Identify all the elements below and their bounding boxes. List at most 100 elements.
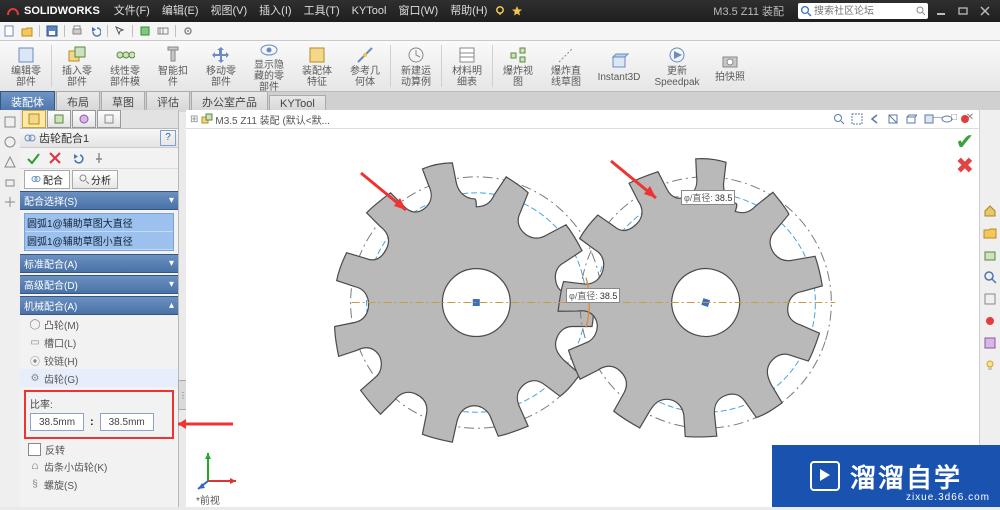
qa-sep (39, 25, 40, 37)
menu-edit[interactable]: 编辑(E) (156, 0, 205, 22)
ratio-input-a[interactable] (30, 413, 84, 431)
rr-appear-icon[interactable] (982, 313, 998, 329)
rr-view-icon[interactable] (982, 291, 998, 307)
opt-gear[interactable]: ⚙齿轮(G) (20, 369, 178, 387)
rib-explode-line[interactable]: 爆炸直 线草图 (542, 41, 590, 91)
rib-bom[interactable]: 材料明 细表 (443, 41, 491, 91)
qa-settings-icon[interactable] (180, 23, 196, 39)
qa-new-icon[interactable] (1, 23, 17, 39)
qa-open-icon[interactable] (19, 23, 35, 39)
rib-instant3d[interactable]: Instant3D (590, 41, 648, 91)
opt-rack[interactable]: ⩍齿条小齿轮(K) (20, 457, 178, 475)
qa-undo-icon[interactable] (87, 23, 103, 39)
rib-move-part[interactable]: 移动零 部件 (197, 41, 245, 91)
selection-item[interactable]: 圆弧1@辅助草图小直径 (25, 232, 173, 250)
selection-list[interactable]: 圆弧1@辅助草图大直径 圆弧1@辅助草图小直径 (24, 213, 174, 251)
tab-evaluate[interactable]: 评估 (146, 91, 190, 112)
rib-speedpak[interactable]: 更新 Speedpak (648, 41, 706, 91)
rr-light-icon[interactable] (982, 357, 998, 373)
ptab-config-icon[interactable] (47, 110, 71, 128)
group-standard[interactable]: 标准配合(A)▾ (20, 254, 178, 273)
section-icon[interactable] (885, 111, 901, 127)
rib-explode[interactable]: 爆炸视 图 (494, 41, 542, 91)
ptab-display-icon[interactable] (72, 110, 96, 128)
reverse-checkbox[interactable]: 反转 (20, 441, 178, 457)
ok-icon[interactable] (24, 149, 42, 167)
group-mechanical[interactable]: 机械配合(A)▴ (20, 296, 178, 315)
dim-tag-2[interactable]: φ/直径:38.5 (681, 190, 735, 205)
mdi-max-icon[interactable]: □ (946, 110, 962, 124)
help-icon[interactable]: ? (160, 130, 176, 146)
qa-save-icon[interactable] (44, 23, 60, 39)
qa-options-icon[interactable] (155, 23, 171, 39)
rib-show-hide[interactable]: 显示隐 藏的零 部件 (245, 41, 293, 91)
tab-assembly[interactable]: 装配体 (0, 91, 55, 112)
window-close-icon[interactable] (976, 4, 994, 18)
rail-btn[interactable] (2, 194, 18, 210)
rib-linear-pat[interactable]: 线性零 部件模 (101, 41, 149, 91)
menu-kytool[interactable]: KYTool (346, 0, 393, 22)
opt-screw[interactable]: §螺旋(S) (20, 475, 178, 493)
tab-sketch[interactable]: 草图 (101, 91, 145, 112)
help-dropdown-icon[interactable] (495, 6, 505, 16)
menu-window[interactable]: 窗口(W) (392, 0, 444, 22)
rr-box-icon[interactable] (982, 247, 998, 263)
dim-tag-1[interactable]: φ/直径:38.5 (566, 288, 620, 303)
menu-help[interactable]: 帮助(H) (444, 0, 493, 22)
opt-slot[interactable]: ▭槽口(L) (20, 333, 178, 351)
view-triad-icon[interactable] (196, 447, 242, 493)
qa-select-icon[interactable] (112, 23, 128, 39)
rail-btn[interactable] (2, 134, 18, 150)
rib-snapshot[interactable]: 拍快照 (706, 41, 754, 91)
rail-btn[interactable] (2, 114, 18, 130)
ratio-input-b[interactable] (100, 413, 154, 431)
rail-btn[interactable] (2, 174, 18, 190)
rib-edit-part[interactable]: 编辑零 部件 (2, 41, 50, 91)
ptab-other-icon[interactable] (97, 110, 121, 128)
tab-office[interactable]: 办公室产品 (191, 91, 268, 112)
rib-motion[interactable]: 新建运 动算例 (392, 41, 440, 91)
subtab-analysis[interactable]: 分析 (72, 170, 118, 189)
subtab-mate[interactable]: 配合 (24, 170, 70, 189)
zoom-area-icon[interactable] (849, 111, 865, 127)
qa-print-icon[interactable] (69, 23, 85, 39)
rr-folder-icon[interactable] (982, 225, 998, 241)
qa-rebuild-icon[interactable] (137, 23, 153, 39)
ptab-feature-tree-icon[interactable] (22, 110, 46, 128)
prev-view-icon[interactable] (867, 111, 883, 127)
breadcrumb[interactable]: ⊞ M3.5 Z11 装配 (默认<默... (186, 112, 330, 127)
menu-file[interactable]: 文件(F) (108, 0, 156, 22)
rail-btn[interactable] (2, 154, 18, 170)
selection-item[interactable]: 圆弧1@辅助草图大直径 (25, 214, 173, 232)
opt-cam[interactable]: ◯凸轮(M) (20, 315, 178, 333)
mdi-close-icon[interactable]: ✕ (962, 110, 978, 124)
rib-ref-geom[interactable]: 参考几 何体 (341, 41, 389, 91)
menu-tools[interactable]: 工具(T) (298, 0, 346, 22)
search-go-icon[interactable] (916, 6, 926, 16)
undo-icon[interactable] (68, 149, 86, 167)
search-input[interactable] (812, 5, 916, 18)
rib-smart-fas[interactable]: 智能扣 件 (149, 41, 197, 91)
menu-insert[interactable]: 插入(I) (253, 0, 297, 22)
mdi-min-icon[interactable]: — (930, 110, 946, 124)
tab-layout[interactable]: 布局 (56, 91, 100, 112)
rack-icon: ⩍ (26, 461, 44, 472)
panel-actions (20, 148, 178, 169)
rr-home-icon[interactable] (982, 203, 998, 219)
cancel-icon[interactable] (46, 149, 64, 167)
pin-icon[interactable] (90, 149, 108, 167)
rr-search-icon[interactable] (982, 269, 998, 285)
rib-asm-feat[interactable]: 装配体 特征 (293, 41, 341, 91)
window-min-icon[interactable] (932, 4, 950, 18)
search-box[interactable] (798, 3, 928, 19)
opt-hinge[interactable]: ⦿铰链(H) (20, 351, 178, 369)
view-orient-icon[interactable] (903, 111, 919, 127)
rib-insert-part[interactable]: 插入零 部件 (53, 41, 101, 91)
star-icon[interactable] (511, 5, 523, 17)
menu-view[interactable]: 视图(V) (205, 0, 254, 22)
window-max-icon[interactable] (954, 4, 972, 18)
group-advanced[interactable]: 高级配合(D)▾ (20, 275, 178, 294)
group-selections[interactable]: 配合选择(S)▾ (20, 191, 178, 210)
rr-decal-icon[interactable] (982, 335, 998, 351)
zoom-fit-icon[interactable] (831, 111, 847, 127)
